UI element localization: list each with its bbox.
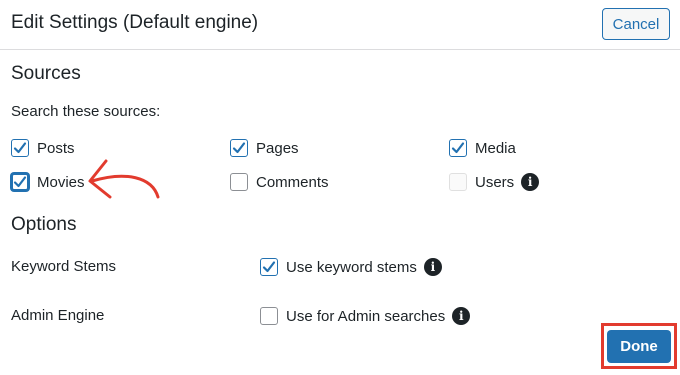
- checkmark-icon: [232, 142, 246, 154]
- source-media[interactable]: Media: [449, 139, 516, 157]
- media-checkbox[interactable]: [449, 139, 467, 157]
- posts-label: Posts: [37, 139, 75, 157]
- source-movies[interactable]: Movies: [11, 173, 85, 191]
- media-label: Media: [475, 139, 516, 157]
- admin-engine-label: Admin Engine: [11, 307, 105, 324]
- pages-checkbox[interactable]: [230, 139, 248, 157]
- dialog-header: Edit Settings (Default engine) Cancel: [0, 0, 680, 50]
- checkmark-icon: [13, 176, 27, 188]
- info-icon[interactable]: i: [423, 258, 442, 276]
- info-icon[interactable]: i: [452, 307, 471, 325]
- admin-engine-checkbox-label: Use for Admin searches: [286, 307, 446, 325]
- comments-checkbox[interactable]: [230, 173, 248, 191]
- keyword-stems-label: Keyword Stems: [11, 258, 117, 275]
- checkmark-icon: [262, 261, 276, 273]
- keyword-stems-checkbox[interactable]: [260, 258, 278, 276]
- checkmark-icon: [451, 142, 465, 154]
- keyword-stems-checkbox-label: Use keyword stems: [286, 258, 417, 276]
- users-checkbox: [449, 173, 467, 191]
- source-comments[interactable]: Comments: [230, 173, 329, 191]
- keyword-stems-option[interactable]: Use keyword stems i: [260, 258, 442, 276]
- cancel-button[interactable]: Cancel: [602, 8, 670, 40]
- source-users: Users i: [449, 173, 540, 191]
- source-pages[interactable]: Pages: [230, 139, 299, 157]
- source-posts[interactable]: Posts: [11, 139, 75, 157]
- done-button[interactable]: Done: [607, 330, 671, 363]
- users-label: Users: [475, 173, 515, 191]
- dialog-title: Edit Settings (Default engine): [11, 12, 259, 33]
- movies-checkbox[interactable]: [11, 173, 29, 191]
- options-heading: Options: [11, 214, 77, 235]
- admin-engine-option[interactable]: Use for Admin searches i: [260, 307, 471, 325]
- sources-subtitle: Search these sources:: [11, 103, 161, 120]
- pages-label: Pages: [256, 139, 299, 157]
- info-icon[interactable]: i: [521, 173, 540, 191]
- checkmark-icon: [13, 142, 27, 154]
- done-button-highlight: Done: [601, 323, 677, 369]
- red-arrow-annotation-icon: [88, 159, 160, 199]
- comments-label: Comments: [256, 173, 329, 191]
- movies-label: Movies: [37, 173, 85, 191]
- posts-checkbox[interactable]: [11, 139, 29, 157]
- admin-engine-checkbox[interactable]: [260, 307, 278, 325]
- sources-heading: Sources: [11, 63, 81, 84]
